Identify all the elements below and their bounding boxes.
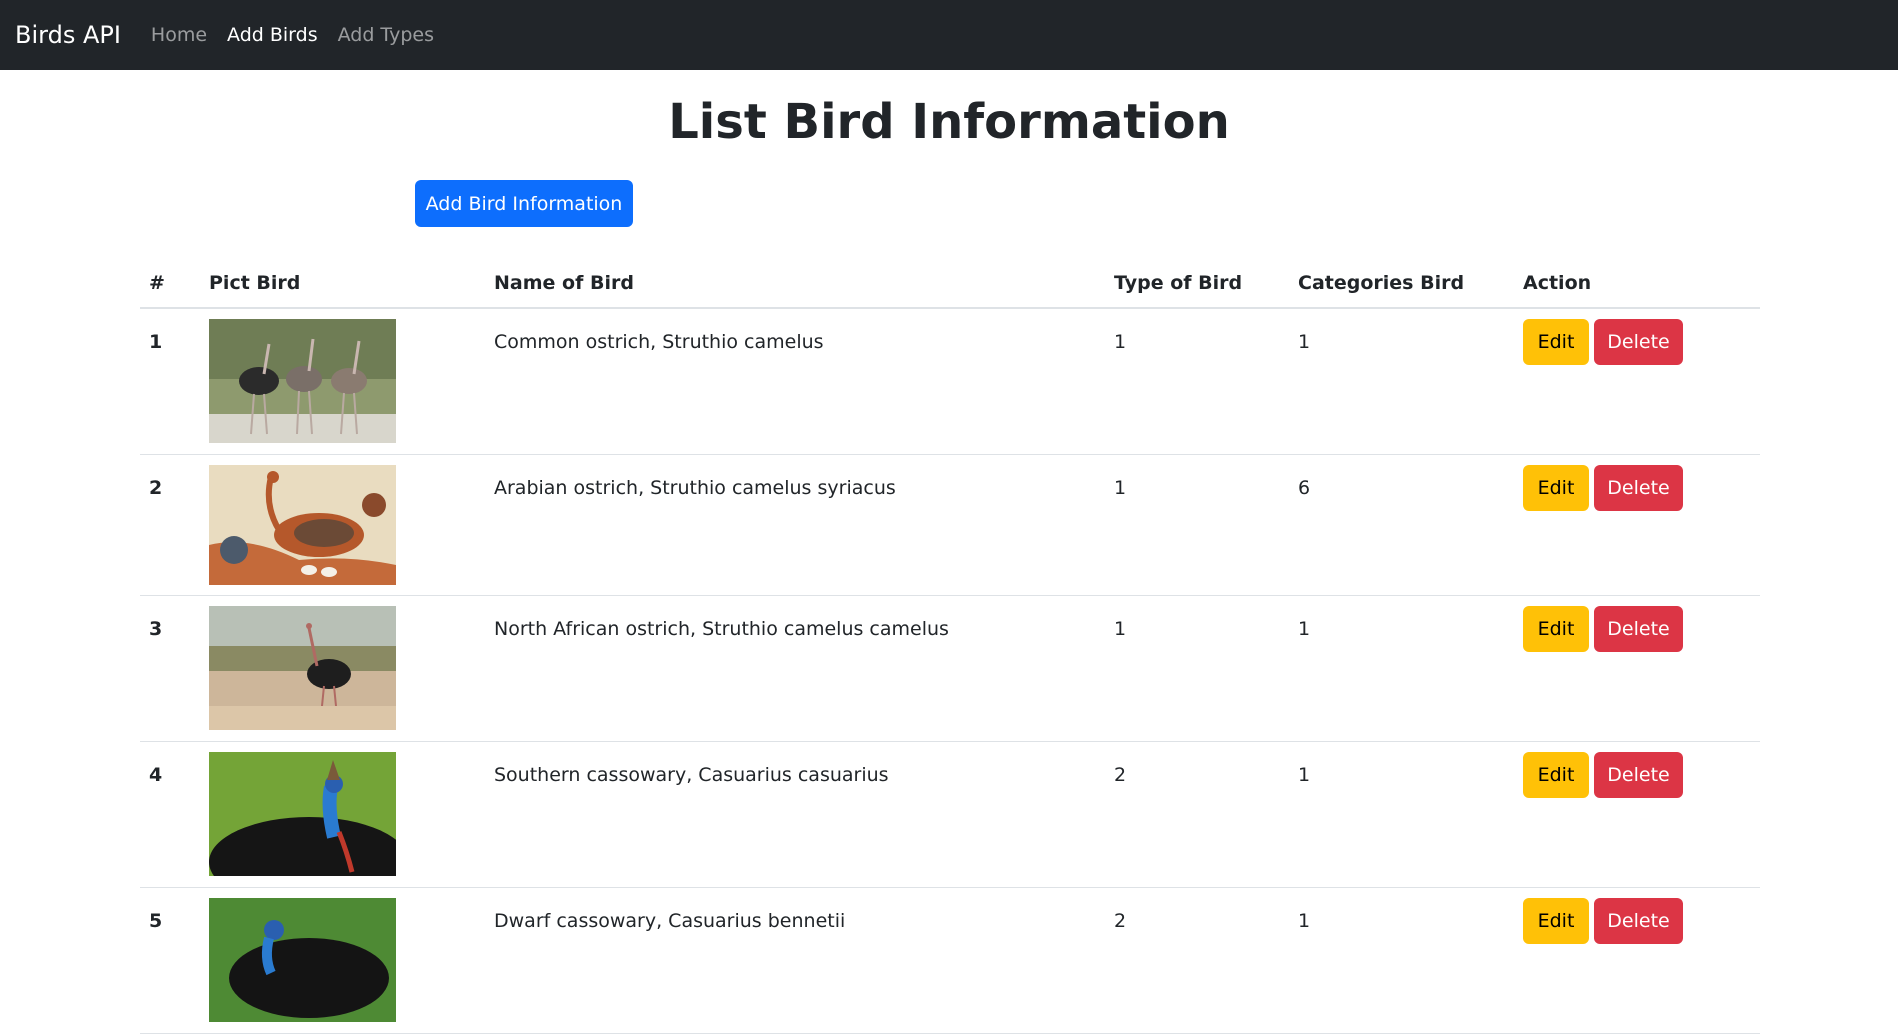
nav-link-add-types[interactable]: Add Types — [338, 24, 434, 46]
delete-button[interactable]: Delete — [1594, 752, 1683, 798]
birds-table: # Pict Bird Name of Bird Type of Bird Ca… — [140, 262, 1760, 1034]
header-categories-bird: Categories Bird — [1298, 272, 1465, 294]
bird-category: 6 — [1298, 477, 1311, 499]
bird-type: 2 — [1114, 764, 1127, 786]
bird-picture — [209, 319, 396, 443]
bird-type: 1 — [1114, 331, 1127, 353]
row-actions: Edit Delete — [1523, 319, 1683, 365]
header-action: Action — [1523, 272, 1592, 294]
table-row: 4 Southern cassowary, Casuarius casuariu… — [140, 742, 1760, 888]
edit-button[interactable]: Edit — [1523, 898, 1589, 944]
add-bird-information-button[interactable]: Add Bird Information — [415, 180, 633, 227]
table-row: 5 Dwarf cassowary, Casuarius bennetii 2 … — [140, 888, 1760, 1034]
bird-category: 1 — [1298, 331, 1311, 353]
table-row: 2 Arabian ostrich, Struthio camelus syri… — [140, 455, 1760, 596]
row-number: 5 — [149, 910, 163, 932]
page-title: List Bird Information — [668, 94, 1230, 150]
delete-button[interactable]: Delete — [1594, 606, 1683, 652]
header-number: # — [149, 272, 165, 294]
table-row: 1 Common ostrich, Struthio camelus 1 1 E… — [140, 309, 1760, 455]
bird-name: Southern cassowary, Casuarius casuarius — [494, 764, 889, 786]
nav-link-add-birds[interactable]: Add Birds — [227, 24, 318, 46]
bird-category: 1 — [1298, 618, 1311, 640]
bird-picture — [209, 606, 396, 730]
row-number: 1 — [149, 331, 163, 353]
bird-picture — [209, 465, 396, 585]
edit-button[interactable]: Edit — [1523, 606, 1589, 652]
edit-button[interactable]: Edit — [1523, 752, 1589, 798]
bird-name: Dwarf cassowary, Casuarius bennetii — [494, 910, 846, 932]
bird-picture — [209, 898, 396, 1022]
bird-category: 1 — [1298, 764, 1311, 786]
table-row: 3 North African ostrich, Struthio camelu… — [140, 596, 1760, 742]
delete-button[interactable]: Delete — [1594, 319, 1683, 365]
bird-type: 1 — [1114, 477, 1127, 499]
navbar: Birds API Home Add Birds Add Types — [0, 0, 1898, 70]
edit-button[interactable]: Edit — [1523, 319, 1589, 365]
row-actions: Edit Delete — [1523, 752, 1683, 798]
bird-name: Arabian ostrich, Struthio camelus syriac… — [494, 477, 896, 499]
header-type-of-bird: Type of Bird — [1114, 272, 1243, 294]
bird-type: 2 — [1114, 910, 1127, 932]
bird-category: 1 — [1298, 910, 1311, 932]
delete-button[interactable]: Delete — [1594, 898, 1683, 944]
header-name-of-bird: Name of Bird — [494, 272, 634, 294]
row-actions: Edit Delete — [1523, 606, 1683, 652]
bird-picture — [209, 752, 396, 876]
bird-name: North African ostrich, Struthio camelus … — [494, 618, 949, 640]
row-number: 3 — [149, 618, 163, 640]
row-number: 2 — [149, 477, 163, 499]
delete-button[interactable]: Delete — [1594, 465, 1683, 511]
header-pict-bird: Pict Bird — [209, 272, 301, 294]
navbar-brand[interactable]: Birds API — [15, 21, 121, 49]
row-actions: Edit Delete — [1523, 898, 1683, 944]
bird-name: Common ostrich, Struthio camelus — [494, 331, 824, 353]
edit-button[interactable]: Edit — [1523, 465, 1589, 511]
row-number: 4 — [149, 764, 163, 786]
row-actions: Edit Delete — [1523, 465, 1683, 511]
nav-link-home[interactable]: Home — [151, 24, 207, 46]
bird-type: 1 — [1114, 618, 1127, 640]
table-header: # Pict Bird Name of Bird Type of Bird Ca… — [140, 262, 1760, 309]
